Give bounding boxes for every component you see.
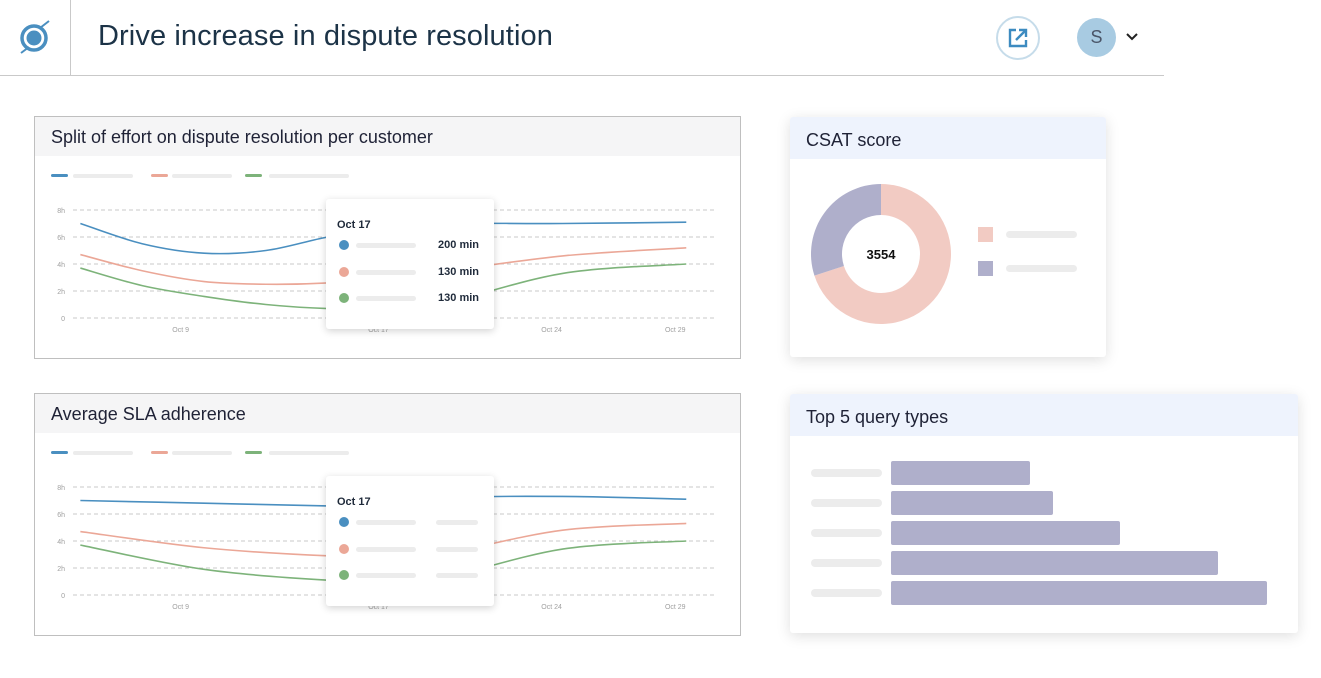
bar-label-placeholder xyxy=(811,559,882,567)
tooltip-value-placeholder xyxy=(436,573,478,578)
chevron-down-icon[interactable] xyxy=(1125,32,1139,42)
chart-tooltip: Oct 17 xyxy=(326,476,494,606)
bar-label-placeholder xyxy=(811,499,882,507)
share-button[interactable] xyxy=(996,16,1040,60)
tooltip-value-placeholder xyxy=(436,547,478,552)
legend-swatch-segment-1 xyxy=(978,227,993,242)
tooltip-value: 200 min xyxy=(438,239,479,251)
bar-label-placeholder xyxy=(811,529,882,537)
query-bar[interactable] xyxy=(891,461,1031,485)
orbit-logo-icon[interactable] xyxy=(17,18,53,56)
donut-center-value: 3554 xyxy=(867,247,897,262)
query-bar[interactable] xyxy=(891,491,1053,515)
tooltip-value-placeholder xyxy=(436,520,478,525)
user-avatar[interactable]: S xyxy=(1077,18,1116,57)
top-bar: Drive increase in dispute resolution xyxy=(0,0,1164,76)
tooltip-row: 130 min xyxy=(339,292,489,305)
effort-card: Split of effort on dispute resolution pe… xyxy=(34,116,741,359)
csat-card: CSAT score 3554 xyxy=(790,117,1106,357)
tooltip-row xyxy=(339,544,489,556)
y-tick-label: 0 xyxy=(61,593,65,600)
series-dot xyxy=(339,544,349,554)
query-types-card: Top 5 query types xyxy=(790,394,1298,633)
y-tick-label: 4h xyxy=(57,262,65,269)
x-tick-label: Oct 24 xyxy=(541,604,562,611)
tooltip-row xyxy=(339,570,489,582)
series-dot xyxy=(339,293,349,303)
series-dot xyxy=(339,570,349,580)
series-label-placeholder xyxy=(356,270,416,275)
legend-label-placeholder xyxy=(1006,231,1077,238)
y-tick-label: 6h xyxy=(57,512,65,519)
external-link-icon xyxy=(1008,28,1028,48)
page-title: Drive increase in dispute resolution xyxy=(98,20,553,52)
tooltip-date: Oct 17 xyxy=(337,496,371,508)
tooltip-row: 200 min xyxy=(339,239,489,252)
tooltip-value: 130 min xyxy=(438,266,479,278)
query-bar[interactable] xyxy=(891,551,1219,575)
series-dot xyxy=(339,267,349,277)
y-tick-label: 8h xyxy=(57,485,65,492)
y-tick-label: 0 xyxy=(61,316,65,323)
query-bar[interactable] xyxy=(891,581,1267,605)
bar-label-placeholder xyxy=(811,469,882,477)
tooltip-row xyxy=(339,517,489,529)
x-tick-label: Oct 9 xyxy=(172,604,189,611)
tooltip-value: 130 min xyxy=(438,292,479,304)
logo-cell xyxy=(0,0,71,75)
x-tick-label: Oct 29 xyxy=(665,327,686,334)
series-label-placeholder xyxy=(356,520,416,525)
y-tick-label: 4h xyxy=(57,539,65,546)
x-tick-label: Oct 29 xyxy=(665,604,686,611)
y-tick-label: 6h xyxy=(57,235,65,242)
tooltip-date: Oct 17 xyxy=(337,219,371,231)
legend-swatch-segment-2 xyxy=(978,261,993,276)
sla-card: Average SLA adherence 0 2h 4h 6h 8h Oct 9 Oct … xyxy=(34,393,741,636)
series-label-placeholder xyxy=(356,243,416,248)
y-tick-label: 8h xyxy=(57,208,65,215)
series-label-placeholder xyxy=(356,296,416,301)
x-tick-label: Oct 24 xyxy=(541,327,562,334)
y-tick-label: 2h xyxy=(57,289,65,296)
chart-tooltip: Oct 17 200 min 130 min 130 min xyxy=(326,199,494,329)
bar-label-placeholder xyxy=(811,589,882,597)
series-dot xyxy=(339,240,349,250)
y-tick-label: 2h xyxy=(57,566,65,573)
query-bar[interactable] xyxy=(891,521,1121,545)
x-tick-label: Oct 9 xyxy=(172,327,189,334)
card-header: Top 5 query types xyxy=(790,394,1298,436)
legend-label-placeholder xyxy=(1006,265,1077,272)
tooltip-row: 130 min xyxy=(339,266,489,279)
series-dot xyxy=(339,517,349,527)
series-label-placeholder xyxy=(356,573,416,578)
series-label-placeholder xyxy=(356,547,416,552)
card-title: Top 5 query types xyxy=(806,407,949,427)
